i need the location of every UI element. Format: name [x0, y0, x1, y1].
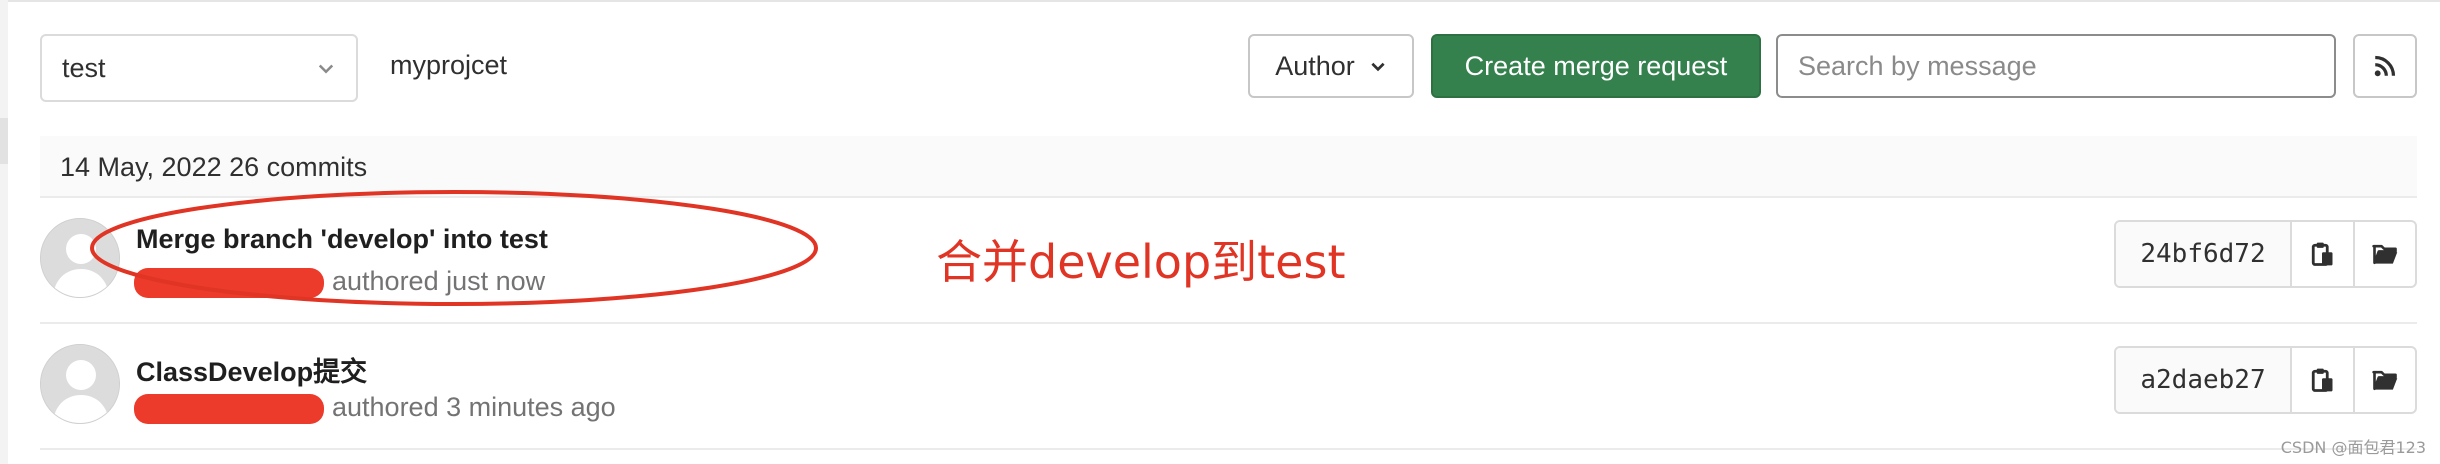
commit-day-header-text: 14 May, 2022 26 commits [60, 152, 368, 182]
redacted-author-name [134, 394, 324, 424]
avatar[interactable] [40, 344, 120, 424]
commit-sha-link[interactable]: 24bf6d72 [2116, 222, 2292, 286]
watermark: CSDN @面包君123 [2280, 438, 2426, 457]
annotation-text: 合并develop到test [936, 235, 1346, 289]
browse-files-button[interactable] [2355, 222, 2416, 286]
annotation-ellipse [90, 190, 818, 306]
commit-sha-group: a2daeb27 [2114, 346, 2417, 414]
author-filter-button[interactable]: Author [1248, 34, 1414, 98]
chevron-down-icon [1371, 62, 1385, 72]
rss-feed-button[interactable] [2353, 34, 2417, 98]
rss-icon [2374, 55, 2396, 77]
commit-sha-group: 24bf6d72 [2114, 220, 2417, 288]
create-merge-request-button[interactable]: Create merge request [1431, 34, 1761, 98]
copy-sha-button[interactable] [2292, 348, 2355, 412]
commit-title-link[interactable]: ClassDevelop提交 [136, 350, 367, 389]
commit-authored-meta: authored 3 minutes ago [332, 392, 616, 422]
user-avatar-icon [41, 345, 119, 423]
branch-dropdown-label: test [62, 52, 106, 83]
search-by-message-input[interactable] [1776, 34, 2336, 98]
commit-sha-link[interactable]: a2daeb27 [2116, 348, 2292, 412]
commit-row: ClassDevelop提交 authored 3 minutes ago a2… [40, 324, 2417, 450]
top-divider [0, 0, 2440, 2]
left-panel-edge [0, 0, 8, 464]
folder-open-icon [2372, 244, 2397, 265]
browse-files-button[interactable] [2355, 348, 2416, 412]
clipboard-icon [2312, 368, 2333, 392]
copy-sha-button[interactable] [2292, 222, 2355, 286]
folder-open-icon [2372, 370, 2397, 391]
chevron-down-icon [318, 64, 334, 74]
left-panel-marker [0, 118, 8, 164]
project-name: myprojcet [390, 50, 508, 80]
author-filter-label: Author [1275, 50, 1355, 81]
clipboard-icon [2312, 242, 2333, 266]
branch-dropdown[interactable]: test [40, 34, 358, 102]
